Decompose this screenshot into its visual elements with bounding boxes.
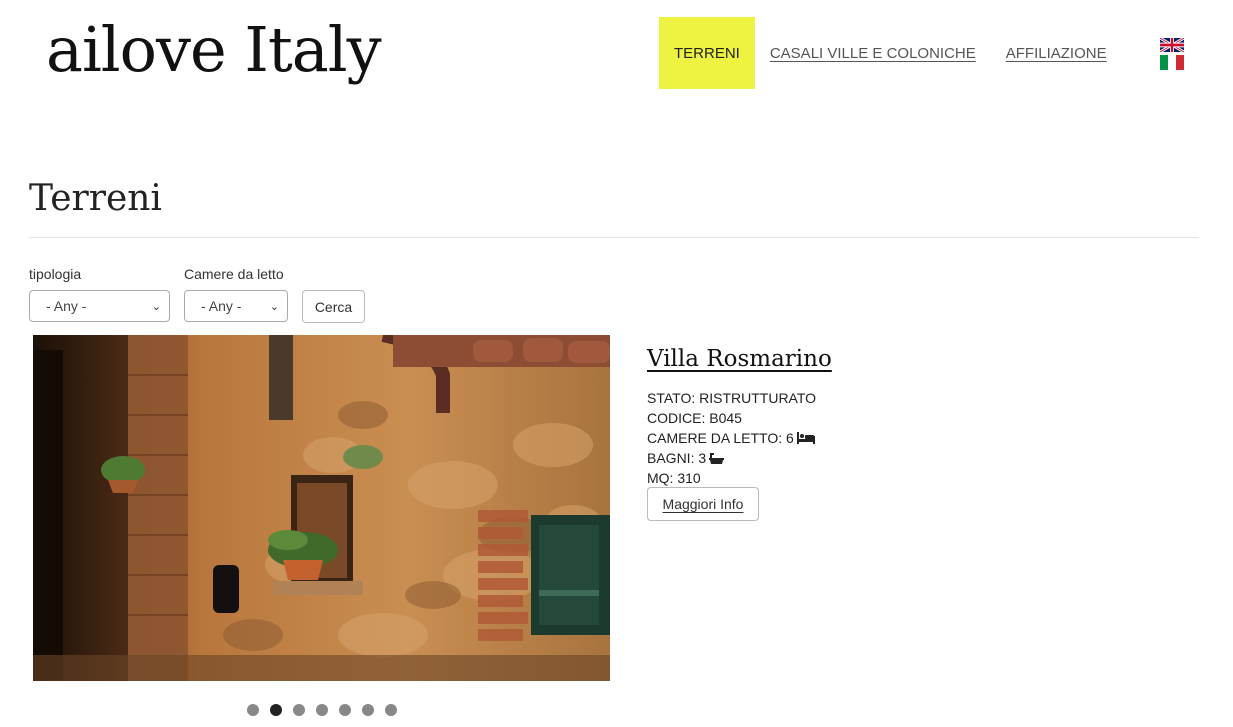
tipologia-select-value: - Any -	[46, 298, 87, 314]
carousel-dot-1[interactable]	[247, 704, 259, 716]
nav-item-terreni[interactable]: TERRENI	[659, 17, 755, 89]
tipologia-select[interactable]: - Any - ⌄	[29, 290, 170, 322]
nav-item-casali[interactable]: CASALI VILLE E COLONICHE	[770, 17, 976, 89]
site-logo[interactable]: ailove Italy	[46, 8, 382, 92]
language-switcher	[1160, 38, 1184, 73]
chevron-down-icon: ⌄	[269, 300, 279, 313]
detail-bagni-row: BAGNI: 3	[647, 448, 816, 468]
property-photo[interactable]	[33, 335, 610, 681]
carousel-dots	[247, 704, 397, 716]
camere-select[interactable]: - Any - ⌄	[184, 290, 288, 322]
more-info-button[interactable]: Maggiori Info	[647, 487, 759, 521]
search-button[interactable]: Cerca	[302, 290, 365, 323]
detail-camere: CAMERE DA LETTO: 6	[647, 430, 794, 446]
tipologia-label: tipologia	[29, 266, 82, 282]
property-details: STATO: RISTRUTTURATO CODICE: B045 CAMERE…	[647, 388, 816, 488]
chevron-down-icon: ⌄	[151, 300, 161, 313]
detail-camere-row: CAMERE DA LETTO: 6	[647, 428, 816, 448]
page-title: Terreni	[29, 178, 162, 219]
detail-bagni: BAGNI: 3	[647, 450, 707, 466]
carousel-dot-3[interactable]	[293, 704, 305, 716]
bathtub-icon	[709, 452, 725, 464]
italian-flag-icon[interactable]	[1160, 55, 1184, 70]
carousel-dot-6[interactable]	[362, 704, 374, 716]
bed-icon	[796, 432, 815, 444]
camere-select-value: - Any -	[201, 298, 242, 314]
camere-label: Camere da letto	[184, 266, 284, 282]
carousel-dot-4[interactable]	[316, 704, 328, 716]
detail-mq: MQ: 310	[647, 470, 701, 486]
nav-item-affiliazione[interactable]: AFFILIAZIONE	[1006, 17, 1107, 89]
title-divider	[29, 237, 1199, 238]
carousel-dot-2[interactable]	[270, 704, 282, 716]
property-photo-image	[33, 335, 610, 681]
main-nav: TERRENI CASALI VILLE E COLONICHE AFFILIA…	[659, 17, 1137, 89]
english-flag-icon[interactable]	[1160, 38, 1184, 52]
property-title-link[interactable]: Villa Rosmarino	[647, 346, 832, 372]
detail-codice: CODICE: B045	[647, 410, 742, 426]
detail-stato: STATO: RISTRUTTURATO	[647, 390, 817, 406]
carousel-dot-7[interactable]	[385, 704, 397, 716]
carousel-dot-5[interactable]	[339, 704, 351, 716]
